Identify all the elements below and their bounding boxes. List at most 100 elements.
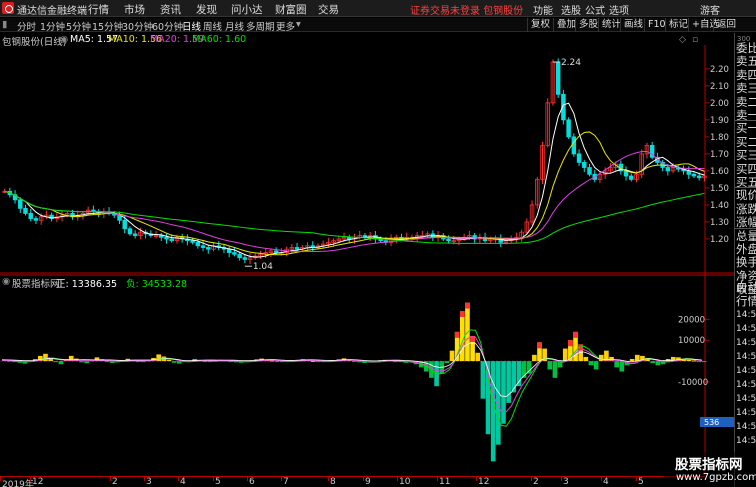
candle-body xyxy=(576,153,582,163)
indicator-positive: 正: 13386.35 xyxy=(56,279,118,290)
menu-item-news[interactable]: 资讯 xyxy=(160,2,181,17)
candle-body xyxy=(18,199,23,209)
period-toolbar: ▮ 分时 1分钟 5分钟 15分钟 30分钟 60分钟 日线 周线 月线 多周期… xyxy=(0,18,756,33)
quote-label: 买四 xyxy=(736,161,756,176)
back-button[interactable]: 返回 xyxy=(713,18,739,32)
period-5min[interactable]: 5分钟 xyxy=(66,19,91,33)
period-multi[interactable]: 多周期 xyxy=(246,19,275,33)
watermark-url: www.7gpzb.com xyxy=(676,472,756,483)
period-30min[interactable]: 30分钟 xyxy=(122,19,153,33)
menu-item-discover[interactable]: 发现 xyxy=(196,2,217,17)
candle-body xyxy=(159,235,164,238)
tick-time-label: 14:56 xyxy=(736,338,756,348)
indicator-bar xyxy=(274,361,280,363)
app-logo-icon xyxy=(2,2,14,14)
period-60min[interactable]: 60分钟 xyxy=(152,19,183,33)
indicator-bar xyxy=(176,361,182,364)
watermark: 股票指标网 www.7gpzb.com xyxy=(664,452,756,487)
price-tick-label: 1.90 xyxy=(710,116,729,126)
menu-item-guest[interactable]: 游客 xyxy=(700,2,720,17)
indicator-bar xyxy=(691,360,697,362)
indicator-bar-cap xyxy=(568,340,573,347)
date-axis-label: 5 xyxy=(638,477,644,487)
menu-item-wealth[interactable]: 财富圈 xyxy=(275,2,307,17)
stock-chart[interactable]: 1.20 1.30 1.40 1.50 1.60 1.70 1.80 1.90 2.00 2.10… xyxy=(0,45,734,476)
date-axis-label: 9 xyxy=(365,477,371,487)
candle-body xyxy=(294,247,300,250)
draw-line-button[interactable]: 画线 xyxy=(620,18,646,32)
quote-label: 买三 xyxy=(736,148,756,163)
candle-body xyxy=(226,248,232,253)
settings-gear-icon[interactable]: ◉ xyxy=(60,34,68,45)
period-daily[interactable]: 日线 xyxy=(182,19,201,33)
candle-body xyxy=(273,250,279,253)
indicator-bar xyxy=(166,359,172,362)
candle-body xyxy=(169,238,174,242)
indicator-bar xyxy=(701,361,707,363)
date-axis-tick xyxy=(281,477,282,481)
menu-item-ask[interactable]: 问小达 xyxy=(231,2,263,17)
indicator-badge-text: 536 xyxy=(704,418,719,427)
candle-body xyxy=(206,247,211,250)
candlestick-series xyxy=(2,58,707,264)
menu-item-quotes[interactable]: 行情 xyxy=(88,2,109,17)
indicator-bar xyxy=(465,302,470,362)
expand-icon[interactable]: ◇ xyxy=(679,35,686,45)
indicator-line-magenta xyxy=(1,336,702,413)
indicator-bar-cap xyxy=(537,342,542,349)
tick-time-label: 14:56 xyxy=(736,422,756,432)
tick-time-label: 14:56 xyxy=(736,408,756,418)
menu-item-formula[interactable]: 公式 xyxy=(585,2,605,17)
indicator-bar xyxy=(547,361,553,370)
indicator-gear-icon[interactable]: ◉ xyxy=(2,276,10,287)
candle-body xyxy=(686,170,691,175)
period-tick[interactable]: 分时 xyxy=(17,19,36,33)
restore-rights-button[interactable]: 复权 xyxy=(527,18,553,32)
app-title: 通达信金融终端 xyxy=(17,6,87,17)
quote-label: 换手 xyxy=(736,255,756,270)
quote-label: 卖三 xyxy=(736,81,756,96)
candle-body xyxy=(200,245,206,248)
date-axis-label: 10 xyxy=(399,477,411,487)
candle-body xyxy=(195,241,201,247)
indicator-bar xyxy=(562,348,568,362)
indicator-bar xyxy=(480,361,486,399)
date-axis-tick xyxy=(247,477,248,481)
menu-item-stock-select[interactable]: 选股 xyxy=(561,2,581,17)
period-15min[interactable]: 15分钟 xyxy=(92,19,123,33)
indicator-bar xyxy=(516,361,522,387)
tick-time-label: 14:56 xyxy=(736,366,756,376)
toolbar-grip-icon: ▮ xyxy=(2,19,8,30)
indicator-tick-label: 20000 xyxy=(678,315,705,325)
menu-item-market[interactable]: 市场 xyxy=(124,2,145,17)
period-1min[interactable]: 1分钟 xyxy=(40,19,65,33)
window-icon[interactable]: ▫ xyxy=(692,35,698,45)
period-weekly[interactable]: 周线 xyxy=(203,19,222,33)
menu-item-options[interactable]: 选项 xyxy=(609,2,629,17)
date-axis-tick xyxy=(328,477,329,481)
indicator-bar xyxy=(655,361,661,366)
candle-body xyxy=(696,175,702,179)
indicator-bar xyxy=(532,354,537,362)
date-axis-label: 11 xyxy=(439,477,451,487)
chevron-down-icon[interactable]: ▾ xyxy=(296,19,301,30)
period-monthly[interactable]: 月线 xyxy=(225,19,244,33)
indicator-bar xyxy=(501,361,506,424)
period-more[interactable]: 更多 xyxy=(276,19,295,33)
menu-item-function[interactable]: 功能 xyxy=(533,2,553,17)
date-axis-tick xyxy=(531,477,532,481)
candle-body xyxy=(691,173,697,177)
indicator-name: 股票指标网 xyxy=(12,279,60,290)
date-axis-label: 4 xyxy=(603,477,609,487)
date-axis-tick xyxy=(397,477,398,481)
candle-body xyxy=(571,136,577,155)
date-axis-label: 3 xyxy=(563,477,569,487)
price-tick-label: 1.50 xyxy=(710,184,729,194)
indicator-bar xyxy=(444,361,450,364)
indicator-bar-cap xyxy=(454,331,460,338)
quote-label: 现价 xyxy=(736,188,756,203)
menu-item-trade[interactable]: 交易 xyxy=(318,2,339,17)
login-notice[interactable]: 证券交易未登录 包钢股份 xyxy=(410,2,523,17)
quote-label: 涨跌 xyxy=(736,201,756,216)
price-tick-label: 2.20 xyxy=(710,65,729,75)
